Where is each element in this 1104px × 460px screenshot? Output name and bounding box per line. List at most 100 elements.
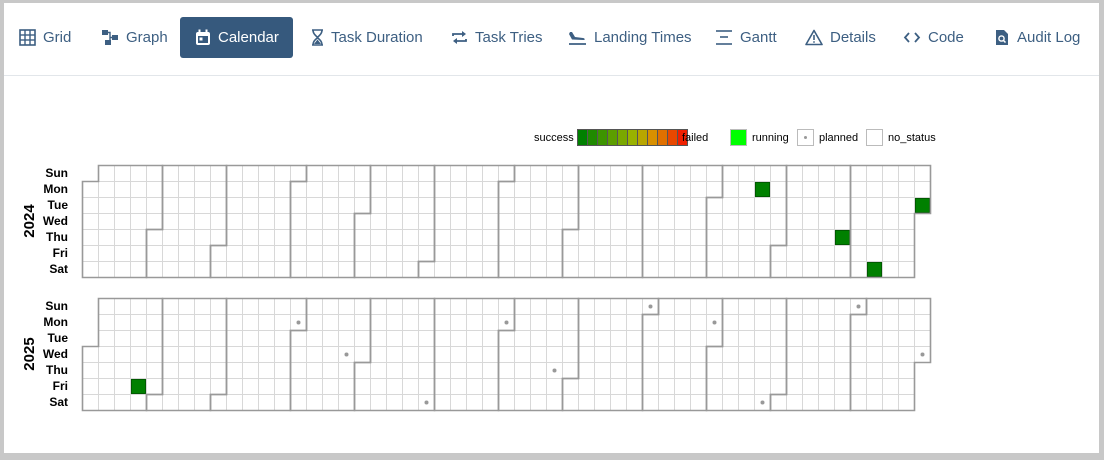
day-cell: [130, 181, 147, 198]
day-cell: [562, 197, 579, 214]
day-cell: [370, 314, 387, 331]
day-cell: [274, 197, 291, 214]
day-cell: [546, 346, 563, 363]
day-cell: [354, 181, 371, 198]
day-cell: [418, 213, 435, 230]
day-cell: [802, 245, 819, 262]
day-cell: [530, 261, 547, 278]
day-cell: [114, 165, 131, 182]
day-cell: [418, 346, 435, 363]
day-cell: [578, 165, 595, 182]
day-cell: [450, 197, 467, 214]
day-cell: [850, 229, 867, 246]
day-cell: [530, 181, 547, 198]
day-cell: [722, 165, 739, 182]
day-cell: [674, 165, 691, 182]
day-cell: [770, 245, 787, 262]
day-cell: [242, 378, 259, 395]
day-cell: [658, 197, 675, 214]
day-cell: [898, 181, 915, 198]
day-cell: [98, 346, 115, 363]
planned-dot: [856, 304, 861, 309]
day-cell: [274, 378, 291, 395]
day-cell: [434, 213, 451, 230]
day-cell: [242, 197, 259, 214]
day-cell: [786, 378, 803, 395]
day-cell: [194, 378, 211, 395]
day-cell: [626, 181, 643, 198]
planned-dot: [760, 400, 765, 405]
day-cell: [450, 213, 467, 230]
weekday-label: Wed: [43, 214, 68, 228]
day-cell: [530, 165, 547, 182]
day-cell: [754, 261, 771, 278]
day-cell: [834, 298, 851, 315]
day-cell: [274, 229, 291, 246]
day-cell: [898, 394, 915, 411]
day-cell: [290, 197, 307, 214]
day-cell: [82, 362, 99, 379]
day-cell: [242, 314, 259, 331]
day-cell: [626, 298, 643, 315]
day-cell: [786, 298, 803, 315]
day-cell: [482, 362, 499, 379]
day-cell: [418, 298, 435, 315]
day-cell: [450, 229, 467, 246]
day-cell: [386, 261, 403, 278]
day-cell: [226, 314, 243, 331]
day-cell: [290, 346, 307, 363]
day-cell: [514, 213, 531, 230]
day-cell: [162, 181, 179, 198]
day-cell: [658, 378, 675, 395]
day-cell: [610, 229, 627, 246]
day-cell: [562, 245, 579, 262]
day-cell: [306, 245, 323, 262]
day-cell: [866, 330, 883, 347]
day-cell: [194, 298, 211, 315]
day-cell: [834, 181, 851, 198]
day-cell: [706, 362, 723, 379]
day-cell: [466, 181, 483, 198]
day-cell: [466, 229, 483, 246]
day-cell: [210, 213, 227, 230]
day-cell: [98, 362, 115, 379]
day-cell: [114, 314, 131, 331]
day-cell: [418, 362, 435, 379]
day-cell: [818, 197, 835, 214]
day-cell: [626, 394, 643, 411]
day-cell: [354, 165, 371, 182]
day-cell: [610, 346, 627, 363]
day-cell: [178, 362, 195, 379]
weekday-label: Wed: [43, 347, 68, 361]
day-cell: [594, 378, 611, 395]
day-cell: [402, 245, 419, 262]
day-cell: [882, 314, 899, 331]
day-cell: [162, 362, 179, 379]
day-cell: [482, 229, 499, 246]
day-cell: [82, 261, 99, 278]
day-cell: [722, 261, 739, 278]
day-cell: [834, 165, 851, 182]
day-cell: [690, 314, 707, 331]
day-cell: [674, 314, 691, 331]
day-cell: [850, 181, 867, 198]
day-cell: [114, 229, 131, 246]
day-cell: [578, 245, 595, 262]
day-cell: [498, 245, 515, 262]
day-cell: [546, 314, 563, 331]
day-cell: [594, 346, 611, 363]
day-cell: [738, 298, 755, 315]
day-cell: [402, 394, 419, 411]
day-cell: [610, 261, 627, 278]
day-cell: [914, 314, 931, 331]
day-cell: [450, 378, 467, 395]
day-cell: [850, 213, 867, 230]
day-cell: [498, 378, 515, 395]
day-cell: [802, 378, 819, 395]
day-cell: [642, 314, 659, 331]
day-cell: [818, 330, 835, 347]
day-cell: [322, 197, 339, 214]
day-cell: [322, 298, 339, 315]
day-cell: [530, 229, 547, 246]
day-cell: [450, 346, 467, 363]
